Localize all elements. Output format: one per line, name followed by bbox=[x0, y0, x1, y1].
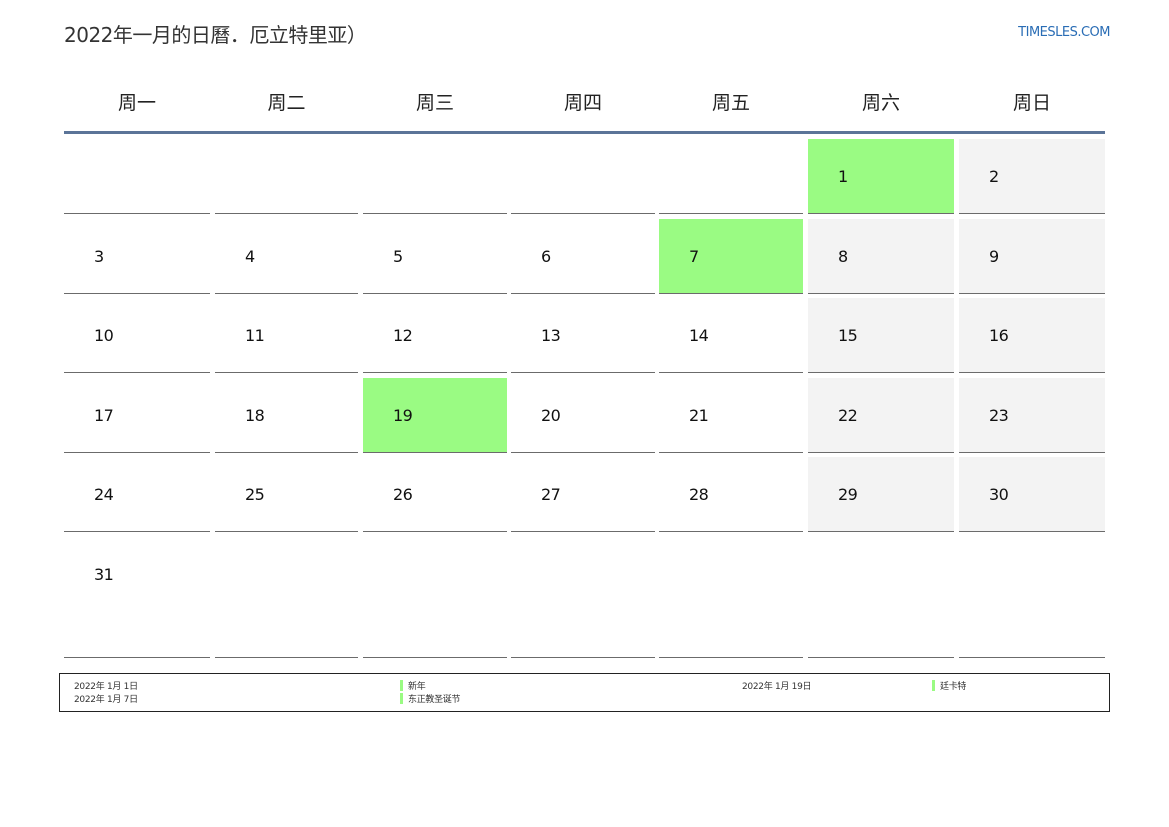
day-cell-sat bbox=[808, 537, 954, 658]
day-number: 26 bbox=[393, 485, 413, 504]
day-cell-tue bbox=[215, 139, 358, 214]
day-cell-thu bbox=[511, 139, 655, 214]
day-number: 28 bbox=[689, 485, 709, 504]
day-cell-sat: 29 bbox=[808, 457, 954, 532]
weekday-label-sun: 周日 bbox=[1012, 92, 1051, 114]
day-cell-mon: 3 bbox=[64, 219, 210, 294]
day-number: 13 bbox=[541, 326, 561, 345]
day-number: 15 bbox=[838, 326, 858, 345]
day-number: 22 bbox=[838, 406, 858, 425]
day-number: 27 bbox=[541, 485, 561, 504]
weekday-label-sat: 周六 bbox=[861, 92, 900, 114]
day-cell-tue bbox=[215, 537, 358, 658]
day-number: 24 bbox=[94, 485, 114, 504]
day-number: 3 bbox=[94, 247, 104, 266]
weekday-label-fri: 周五 bbox=[711, 92, 750, 114]
day-number: 19 bbox=[393, 406, 413, 425]
day-cell-fri: 7 bbox=[659, 219, 803, 294]
day-number: 23 bbox=[989, 406, 1009, 425]
day-number: 10 bbox=[94, 326, 114, 345]
day-cell-tue: 4 bbox=[215, 219, 358, 294]
day-cell-fri: 14 bbox=[659, 298, 803, 373]
day-number: 29 bbox=[838, 485, 858, 504]
day-number: 7 bbox=[689, 247, 699, 266]
day-number: 17 bbox=[94, 406, 114, 425]
day-cell-fri: 28 bbox=[659, 457, 803, 532]
day-number: 6 bbox=[541, 247, 551, 266]
holiday-legend: 2022年 1月 1日 新年 2022年 1月 7日 东正教圣诞节 2022年 … bbox=[59, 673, 1110, 712]
day-cell-fri bbox=[659, 537, 803, 658]
legend-holiday-name: 新年 bbox=[408, 682, 426, 692]
day-cell-sun: 30 bbox=[959, 457, 1105, 532]
day-number: 8 bbox=[838, 247, 848, 266]
legend-color-marker bbox=[932, 680, 935, 691]
day-number: 21 bbox=[689, 406, 709, 425]
day-cell-wed: 12 bbox=[363, 298, 507, 373]
legend-date: 2022年 1月 19日 bbox=[742, 682, 812, 692]
day-number: 1 bbox=[838, 167, 848, 186]
day-cell-sat: 8 bbox=[808, 219, 954, 294]
header-divider bbox=[64, 131, 1105, 134]
day-cell-fri: 21 bbox=[659, 378, 803, 453]
weekday-label-thu: 周四 bbox=[563, 92, 602, 114]
day-cell-wed: 5 bbox=[363, 219, 507, 294]
day-cell-thu: 6 bbox=[511, 219, 655, 294]
day-number: 5 bbox=[393, 247, 403, 266]
day-cell-thu: 13 bbox=[511, 298, 655, 373]
day-cell-sun bbox=[959, 537, 1105, 658]
day-cell-thu: 20 bbox=[511, 378, 655, 453]
day-number: 2 bbox=[989, 167, 999, 186]
day-cell-wed: 26 bbox=[363, 457, 507, 532]
day-number: 16 bbox=[989, 326, 1009, 345]
day-cell-mon bbox=[64, 139, 210, 214]
site-link[interactable]: TIMESLES.COM bbox=[1018, 25, 1110, 40]
day-number: 20 bbox=[541, 406, 561, 425]
day-number: 14 bbox=[689, 326, 709, 345]
legend-holiday-name: 东正教圣诞节 bbox=[408, 695, 461, 705]
day-cell-sun: 23 bbox=[959, 378, 1105, 453]
day-number: 12 bbox=[393, 326, 413, 345]
day-cell-tue: 11 bbox=[215, 298, 358, 373]
legend-color-marker bbox=[400, 693, 403, 704]
legend-holiday-name: 廷卡特 bbox=[940, 682, 967, 692]
day-cell-sun: 2 bbox=[959, 139, 1105, 214]
day-cell-tue: 18 bbox=[215, 378, 358, 453]
day-cell-thu bbox=[511, 537, 655, 658]
legend-date: 2022年 1月 7日 bbox=[74, 695, 138, 705]
day-number: 11 bbox=[245, 326, 265, 345]
day-cell-thu: 27 bbox=[511, 457, 655, 532]
page-title: 2022年一月的日曆．厄立特里亚） bbox=[64, 23, 367, 47]
day-cell-mon: 17 bbox=[64, 378, 210, 453]
day-cell-wed bbox=[363, 537, 507, 658]
day-cell-sat: 15 bbox=[808, 298, 954, 373]
day-cell-sun: 9 bbox=[959, 219, 1105, 294]
day-cell-tue: 25 bbox=[215, 457, 358, 532]
day-number: 25 bbox=[245, 485, 265, 504]
weekday-label-tue: 周二 bbox=[267, 92, 306, 114]
legend-color-marker bbox=[400, 680, 403, 691]
day-cell-sat: 22 bbox=[808, 378, 954, 453]
day-cell-mon: 10 bbox=[64, 298, 210, 373]
day-cell-fri bbox=[659, 139, 803, 214]
day-number: 31 bbox=[94, 565, 114, 584]
day-cell-wed bbox=[363, 139, 507, 214]
day-cell-mon: 31 bbox=[64, 537, 210, 658]
day-number: 9 bbox=[989, 247, 999, 266]
weekday-header-row: 周一 周二 周三 周四 周五 周六 周日 bbox=[64, 88, 1105, 114]
day-cell-mon: 24 bbox=[64, 457, 210, 532]
day-cell-sat: 1 bbox=[808, 139, 954, 214]
day-cell-wed: 19 bbox=[363, 378, 507, 453]
day-number: 4 bbox=[245, 247, 255, 266]
weekday-label-wed: 周三 bbox=[415, 92, 454, 114]
day-cell-sun: 16 bbox=[959, 298, 1105, 373]
weekday-label-mon: 周一 bbox=[117, 92, 156, 114]
legend-date: 2022年 1月 1日 bbox=[74, 682, 138, 692]
day-number: 30 bbox=[989, 485, 1009, 504]
day-number: 18 bbox=[245, 406, 265, 425]
